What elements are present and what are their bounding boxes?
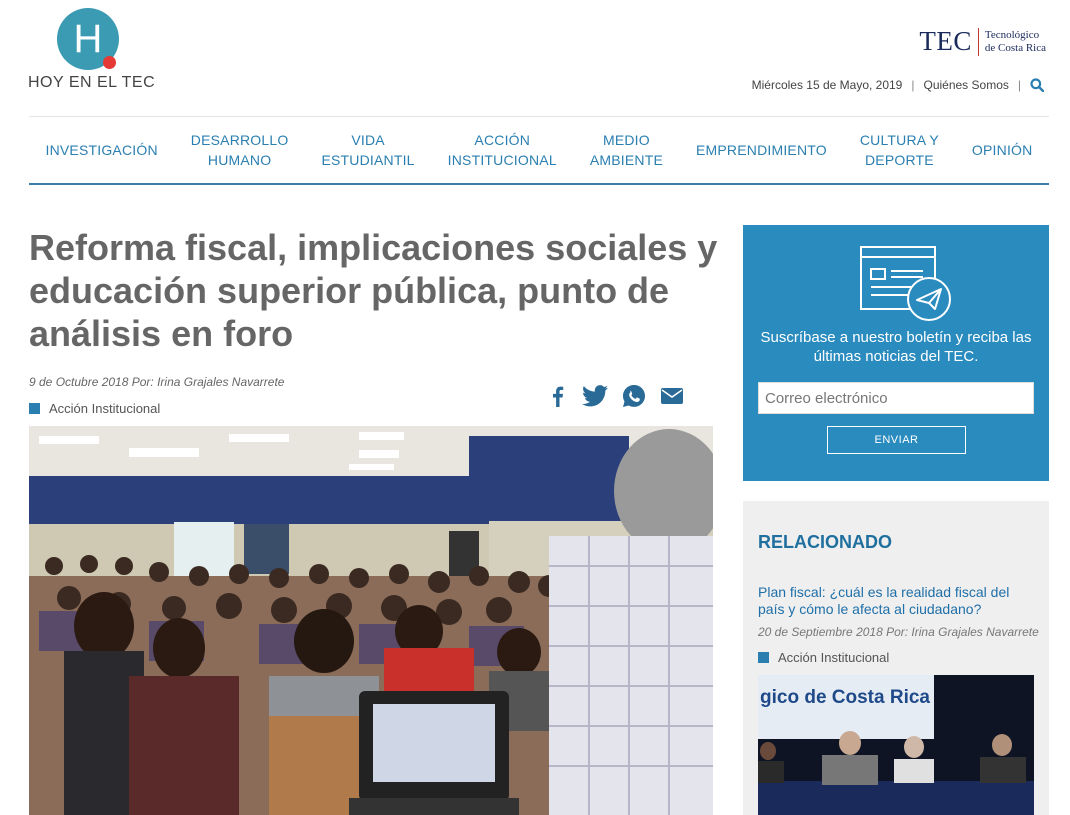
nav-item-label: OPINIÓN [971, 142, 1033, 158]
whatsapp-icon[interactable] [622, 384, 646, 408]
nav-item-label: MEDIO [602, 132, 650, 148]
logo-dot [103, 56, 116, 69]
tec-logo-divider [977, 27, 979, 56]
about-link[interactable]: Quiénes Somos [923, 78, 1008, 92]
nav-item-label: INVESTIGACIÓN [45, 142, 158, 158]
nav-item-label: CULTURA Y [859, 132, 939, 148]
article-title: Reforma fiscal, implicaciones sociales y… [29, 227, 718, 354]
search-icon[interactable] [1030, 78, 1045, 93]
nav-item-emprendimiento[interactable]: EMPRENDIMIENTO [679, 140, 843, 160]
category-square-icon [29, 403, 40, 414]
related-image-banner: gico de Costa Rica [760, 687, 930, 708]
newsletter-icon [859, 245, 955, 328]
tec-logo-sub-line2: de Costa Rica [984, 41, 1046, 54]
nav-item-label: DESARROLLO [190, 132, 289, 148]
nav-item-label: DEPORTE [864, 152, 934, 168]
article-byline: 9 de Octubre 2018 Por: Irina Grajales Na… [29, 375, 285, 389]
newsletter-text: Suscríbase a nuestro boletín y reciba la… [760, 329, 1032, 365]
related-article-image[interactable]: gico de Costa Rica [758, 675, 1034, 815]
newsletter-box: Suscríbase a nuestro boletín y reciba la… [743, 225, 1049, 481]
article-category[interactable]: Acción Institucional [29, 401, 160, 416]
nav-item-label: ESTUDIANTIL [321, 152, 415, 168]
related-article-category[interactable]: Acción Institucional [758, 650, 889, 665]
top-utility-bar: Miércoles 15 de Mayo, 2019 | Quiénes Som… [751, 78, 1045, 93]
nav-item-label: VIDA [351, 132, 385, 148]
email-icon[interactable] [660, 386, 684, 406]
nav-item-label: INSTITUCIONAL [447, 152, 557, 168]
facebook-icon[interactable] [548, 385, 568, 407]
nav-item-vida-estudiantil[interactable]: VIDA ESTUDIANTIL [305, 130, 431, 170]
nav-item-label: EMPRENDIMIENTO [695, 142, 827, 158]
tec-partner-logo[interactable]: TEC Tecnológico de Costa Rica [919, 26, 1046, 57]
related-panel: RELACIONADO Plan fiscal: ¿cuál es la rea… [743, 501, 1049, 815]
tec-logo-sub-line1: Tecnológico [984, 28, 1040, 41]
category-square-icon [758, 652, 769, 663]
related-article-link[interactable]: Plan fiscal: ¿cuál es la realidad fiscal… [758, 584, 1028, 618]
tec-logo-subtitle: Tecnológico de Costa Rica [985, 29, 1046, 55]
nav-item-accion-institucional[interactable]: ACCIÓN INSTITUCIONAL [431, 130, 573, 170]
topbar-separator: | [1017, 78, 1021, 92]
tec-logo-word: TEC [919, 26, 972, 56]
nav-item-cultura-deporte[interactable]: CULTURA Y DEPORTE [843, 130, 955, 170]
twitter-icon[interactable] [582, 385, 608, 407]
nav-item-label: HUMANO [207, 152, 272, 168]
related-heading: RELACIONADO [758, 532, 892, 552]
site-logo[interactable]: H HOY EN EL TEC [28, 8, 158, 96]
category-label: Acción Institucional [49, 401, 161, 416]
nav-item-desarrollo-humano[interactable]: DESARROLLO HUMANO [174, 130, 305, 170]
nav-item-label: AMBIENTE [589, 152, 663, 168]
current-date: Miércoles 15 de Mayo, 2019 [751, 78, 903, 92]
share-bar [548, 384, 684, 408]
subscribe-button[interactable]: ENVIAR [827, 426, 966, 454]
nav-item-medio-ambiente[interactable]: MEDIO AMBIENTE [573, 130, 679, 170]
article-hero-image [29, 426, 713, 815]
topbar-separator: | [911, 78, 915, 92]
nav-item-investigacion[interactable]: INVESTIGACIÓN [29, 140, 174, 160]
nav-item-label: ACCIÓN [474, 132, 531, 148]
email-field[interactable] [758, 382, 1034, 414]
related-article-byline: 20 de Septiembre 2018 Por: Irina Grajale… [758, 625, 1039, 639]
main-navigation: INVESTIGACIÓN DESARROLLO HUMANO VIDA ESTUD… [29, 116, 1049, 185]
logo-text: HOY EN EL TEC [28, 74, 156, 91]
category-label: Acción Institucional [778, 650, 890, 665]
nav-item-opinion[interactable]: OPINIÓN [955, 140, 1049, 160]
